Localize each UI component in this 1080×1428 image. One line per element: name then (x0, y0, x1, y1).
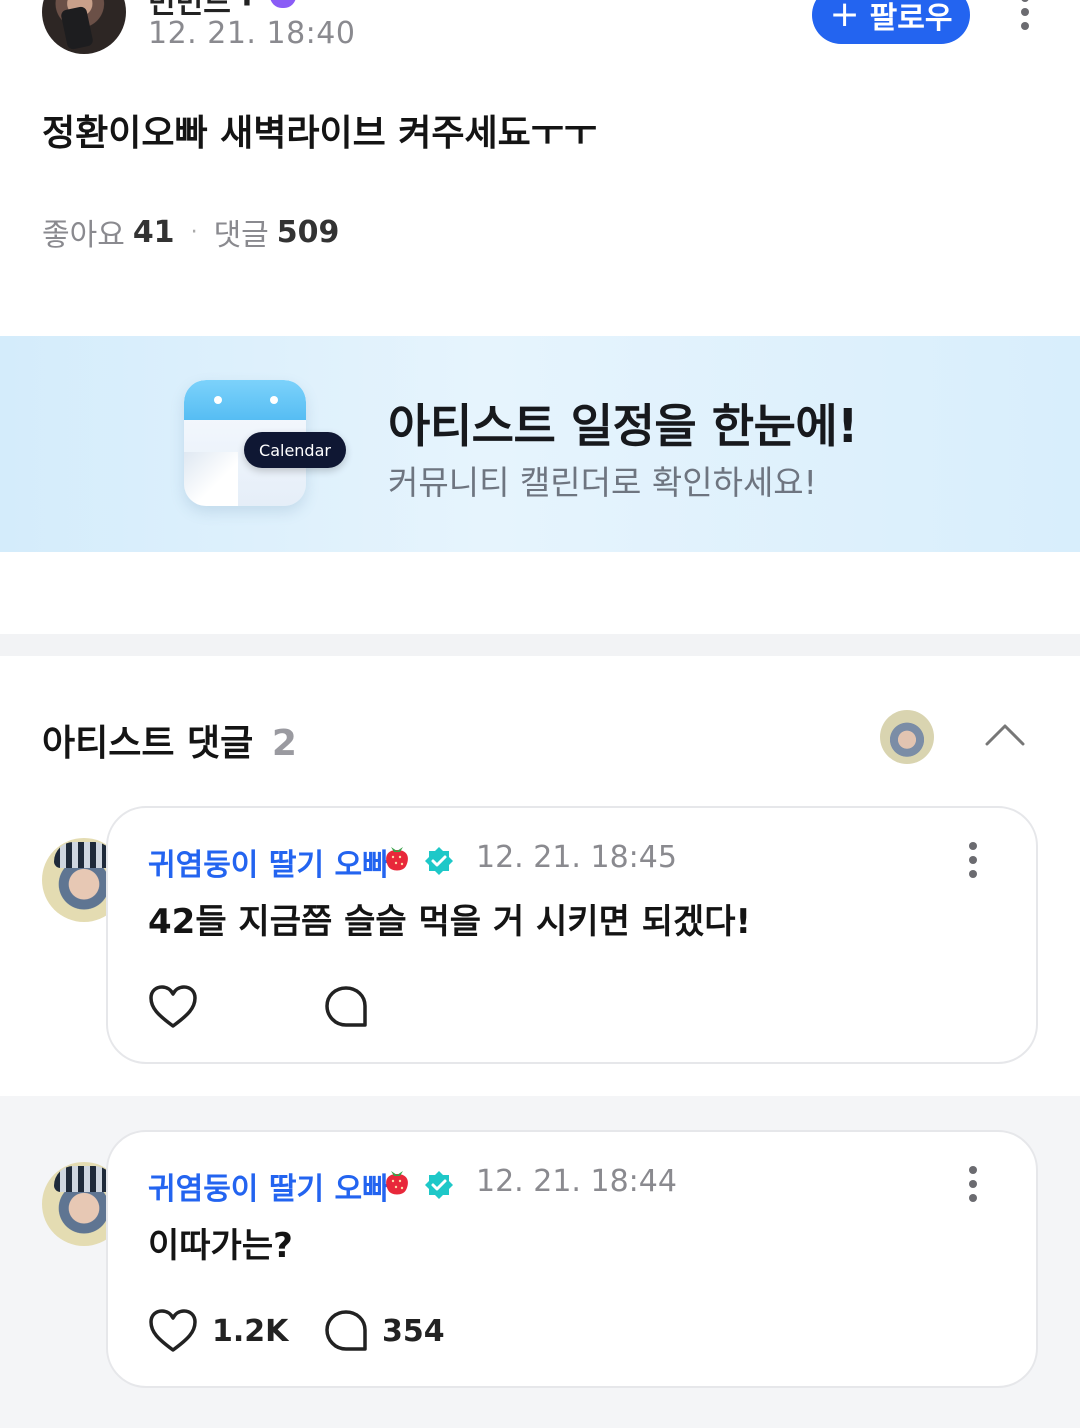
follow-button[interactable]: + 팔로우 (812, 0, 970, 44)
comment-card[interactable]: 귀염둥이 딸기 오빠 12. 21. 18:45 42들 지금쯤 슬슬 먹을 거… (106, 806, 1038, 1064)
more-icon[interactable] (958, 1166, 988, 1202)
author-badge-icon (270, 0, 296, 8)
chevron-up-icon[interactable] (985, 722, 1025, 746)
post-stats: 좋아요 41 · 댓글 509 (42, 210, 339, 254)
comment-text: 42들 지금쯤 슬슬 먹을 거 시키면 되겠다! (148, 902, 752, 942)
more-icon[interactable] (1010, 0, 1040, 30)
post-header: 민민드 · 12. 21. 18:40 + 팔로우 (0, 0, 1080, 70)
follow-label: 팔로우 (869, 1, 953, 36)
banner-title: 아티스트 일정을 한눈에! (388, 399, 858, 453)
verified-icon (425, 1171, 453, 1199)
post-text: 정환이오빠 새벽라이브 켜주세됴ㅜㅜ (42, 113, 597, 154)
calendar-label: Calendar (244, 432, 346, 468)
artist-avatar[interactable] (880, 710, 934, 764)
artist-comments-count: 2 (271, 723, 297, 764)
calendar-banner[interactable]: Calendar 아티스트 일정을 한눈에! 커뮤니티 캘린더로 확인하세요! (0, 336, 1080, 552)
comment-icon (325, 1310, 367, 1351)
reply-button[interactable] (324, 985, 382, 1029)
comment-time: 12. 21. 18:44 (476, 1164, 677, 1199)
like-button[interactable] (148, 984, 324, 1030)
author-avatar[interactable] (42, 0, 126, 54)
comment-time: 12. 21. 18:45 (476, 840, 677, 875)
comments-count: 509 (276, 214, 340, 250)
likes-label: 좋아요 (42, 218, 125, 253)
likes-count: 41 (132, 214, 175, 250)
calendar-icon: Calendar (184, 380, 346, 506)
like-count: 1.2K (212, 1313, 289, 1349)
comment-actions (148, 984, 382, 1030)
artist-comments-label: 아티스트 댓글 (42, 723, 254, 764)
section-divider (0, 634, 1080, 656)
strawberry-icon (386, 1171, 408, 1195)
reply-count: 354 (382, 1313, 445, 1349)
comment-card[interactable]: 귀염둥이 딸기 오빠 12. 21. 18:44 이따가는? 1.2K 354 (106, 1130, 1038, 1388)
verified-icon (425, 847, 453, 875)
comment-text: 이따가는? (148, 1226, 293, 1266)
comment-icon (325, 986, 367, 1027)
heart-icon (149, 1309, 197, 1352)
comments-label: 댓글 (213, 218, 269, 253)
plus-icon: + (829, 0, 860, 35)
heart-icon (149, 985, 197, 1028)
artist-comments-title: 아티스트 댓글 2 (42, 714, 297, 766)
strawberry-icon (386, 847, 408, 871)
comment-author-name[interactable]: 귀염둥이 딸기 오빠 (148, 1164, 390, 1208)
comment-actions: 1.2K 354 (148, 1308, 445, 1354)
more-icon[interactable] (958, 842, 988, 878)
reply-button[interactable]: 354 (324, 1309, 445, 1353)
banner-subtitle: 커뮤니티 캘린더로 확인하세요! (388, 463, 817, 502)
like-button[interactable]: 1.2K (148, 1308, 324, 1354)
post-time: 12. 21. 18:40 (148, 16, 356, 51)
separator-dot: · (190, 219, 198, 245)
comment-author-name[interactable]: 귀염둥이 딸기 오빠 (148, 840, 390, 884)
